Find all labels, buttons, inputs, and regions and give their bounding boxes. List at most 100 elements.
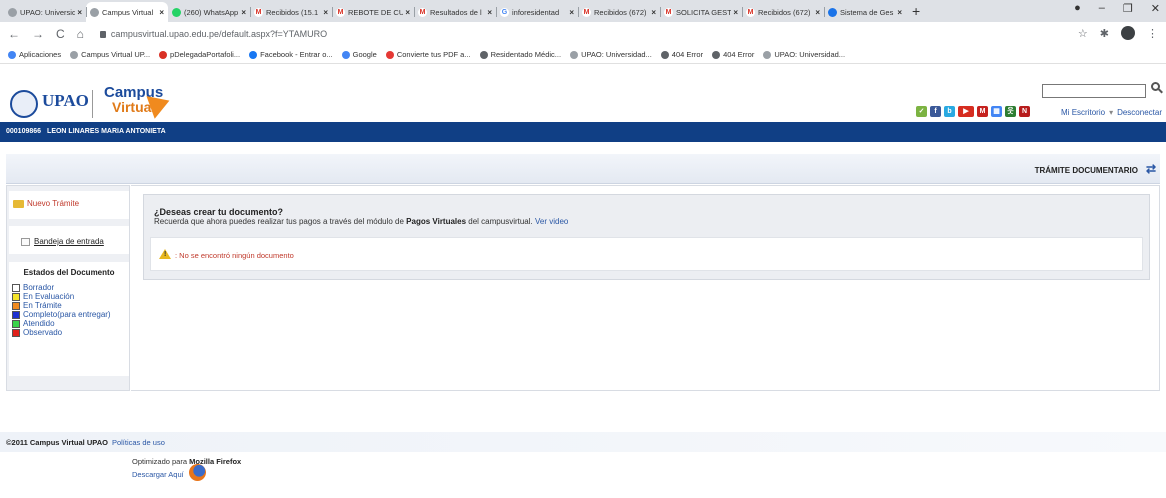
section-header: TRÁMITE DOCUMENTARIO ⇄ bbox=[6, 154, 1160, 184]
bookmark-item[interactable]: pDelegadaPortafoli... bbox=[159, 50, 240, 59]
state-label: Completo(para entregar) bbox=[23, 310, 111, 319]
footer: ©2011 Campus Virtual UPAO Políticas de us… bbox=[0, 432, 1166, 452]
window-controls: ● – ❐ ✕ bbox=[1074, 2, 1160, 15]
tab-close-icon[interactable]: × bbox=[323, 8, 328, 17]
home-button[interactable]: ⌂ bbox=[77, 27, 84, 41]
bookmark-item[interactable]: Facebook - Entrar o... bbox=[249, 50, 333, 59]
bookmark-icon bbox=[763, 50, 772, 59]
browser-tab[interactable]: M SOLICITA GESTI × bbox=[660, 2, 742, 22]
browser-tab[interactable]: M Recibidos (672) × bbox=[578, 2, 660, 22]
bookmark-label: Convierte tus PDF a... bbox=[396, 50, 471, 59]
browser-tab[interactable]: M REBOTE DE CUE × bbox=[332, 2, 414, 22]
extensions-icon[interactable]: ✱ bbox=[1100, 27, 1109, 40]
blog-icon[interactable]: b bbox=[944, 106, 955, 117]
tab-favicon-icon bbox=[828, 7, 837, 17]
search-icon[interactable] bbox=[1151, 82, 1160, 91]
browser-tab[interactable]: M Resultados de l × bbox=[414, 2, 496, 22]
maximize-button[interactable]: ❐ bbox=[1123, 2, 1133, 15]
download-link[interactable]: Descargar Aquí bbox=[132, 470, 184, 479]
share-icon[interactable]: ✓ bbox=[916, 106, 927, 117]
facebook-icon[interactable]: f bbox=[930, 106, 941, 117]
gmail-icon[interactable]: M bbox=[977, 106, 988, 117]
bookmark-item[interactable]: Convierte tus PDF a... bbox=[385, 50, 471, 59]
state-label: Borrador bbox=[23, 283, 55, 292]
inbox-icon bbox=[21, 237, 30, 246]
tab-close-icon[interactable]: × bbox=[487, 8, 492, 17]
state-color-swatch bbox=[12, 319, 20, 328]
state-legend-item: Observado bbox=[9, 328, 129, 337]
calendar-icon[interactable]: ▦ bbox=[991, 106, 1002, 117]
site-search-input[interactable] bbox=[1042, 84, 1146, 98]
tab-favicon-icon: M bbox=[418, 7, 427, 17]
tab-favicon-icon: G bbox=[500, 7, 509, 17]
inbox-link[interactable]: Bandeja de entrada bbox=[21, 237, 117, 246]
firefox-icon[interactable] bbox=[189, 464, 206, 481]
copyright-text: ©2011 Campus Virtual UPAO Políticas de us… bbox=[6, 438, 165, 447]
browser-tab[interactable]: Campus Virtual × bbox=[86, 2, 168, 22]
bookmark-item[interactable]: Campus Virtual UP... bbox=[70, 50, 150, 59]
inbox-label: Bandeja de entrada bbox=[34, 237, 104, 246]
bookmark-item[interactable]: Aplicaciones bbox=[8, 50, 61, 59]
minimize-button[interactable]: – bbox=[1099, 2, 1105, 15]
bookmark-item[interactable]: UPAO: Universidad... bbox=[763, 50, 845, 59]
close-window-button[interactable]: ✕ bbox=[1151, 2, 1160, 15]
logo-upao[interactable]: UPAO bbox=[42, 91, 89, 111]
browser-tab[interactable]: (260) WhatsApp × bbox=[168, 2, 250, 22]
browser-tab[interactable]: Sistema de Ges × bbox=[824, 2, 906, 22]
reload-button[interactable]: C bbox=[56, 27, 65, 41]
bookmark-item[interactable]: 404 Error bbox=[712, 50, 754, 59]
bookmark-icon bbox=[159, 50, 168, 59]
browser-tab[interactable]: Ginforesidentad × bbox=[496, 2, 578, 22]
tab-favicon-icon: M bbox=[336, 7, 345, 17]
tab-close-icon[interactable]: × bbox=[733, 8, 738, 17]
tab-close-icon[interactable]: × bbox=[897, 8, 902, 17]
user-bar: 000109866 LEON LINARES MARIA ANTONIETA bbox=[0, 122, 1166, 142]
youtube-icon[interactable]: ▶ bbox=[958, 106, 974, 117]
tab-close-icon[interactable]: × bbox=[815, 8, 820, 17]
tab-close-icon[interactable]: × bbox=[405, 8, 410, 17]
state-label: Atendido bbox=[23, 319, 55, 328]
news-icon[interactable]: N bbox=[1019, 106, 1030, 117]
record-icon[interactable]: ● bbox=[1074, 2, 1081, 15]
watch-video-link[interactable]: Ver video bbox=[535, 217, 568, 226]
state-label: En Trámite bbox=[23, 301, 62, 310]
tab-title: UPAO: Universid bbox=[20, 7, 76, 17]
tab-close-icon[interactable]: × bbox=[159, 8, 164, 17]
browser-tab[interactable]: M Recibidos (15.1 × bbox=[250, 2, 332, 22]
policies-link[interactable]: Políticas de uso bbox=[112, 438, 165, 447]
bookmark-item[interactable]: Google bbox=[341, 50, 377, 59]
transfer-icon[interactable]: ⇄ bbox=[1146, 162, 1156, 176]
new-procedure-link[interactable]: Nuevo Trámite bbox=[13, 199, 125, 208]
url-text: campusvirtual.upao.edu.pe/default.aspx?f… bbox=[110, 29, 328, 39]
bookmark-label: 404 Error bbox=[671, 50, 704, 59]
tab-close-icon[interactable]: × bbox=[569, 8, 574, 17]
browser-tab[interactable]: UPAO: Universid × bbox=[4, 2, 86, 22]
bookmark-label: Campus Virtual UP... bbox=[81, 50, 151, 59]
folder-icon bbox=[13, 199, 24, 208]
forward-button[interactable]: → bbox=[32, 27, 44, 41]
bookmark-item[interactable]: 404 Error bbox=[660, 50, 704, 59]
browser-tab[interactable]: M Recibidos (672) × bbox=[742, 2, 824, 22]
states-legend: Borrador En Evaluación En Trámite Completo(… bbox=[9, 283, 129, 337]
logout-link[interactable]: Desconectar bbox=[1117, 108, 1162, 117]
bookmark-item[interactable]: Residentado Médic... bbox=[479, 50, 561, 59]
profile-avatar[interactable] bbox=[1121, 26, 1135, 40]
tab-title: REBOTE DE CUE bbox=[348, 7, 404, 17]
tab-title: Recibidos (672) bbox=[594, 7, 647, 17]
bookmark-label: pDelegadaPortafoli... bbox=[170, 50, 241, 59]
person-icon[interactable]: 웃 bbox=[1005, 106, 1016, 117]
state-color-swatch bbox=[12, 292, 20, 301]
new-tab-button[interactable]: + bbox=[912, 3, 920, 19]
states-box: Estados del Documento Borrador En Evaluac… bbox=[9, 262, 129, 376]
tab-close-icon[interactable]: × bbox=[241, 8, 246, 17]
bookmark-item[interactable]: UPAO: Universidad... bbox=[570, 50, 652, 59]
tab-close-icon[interactable]: × bbox=[651, 8, 656, 17]
back-button[interactable]: ← bbox=[8, 27, 20, 41]
menu-icon[interactable]: ⋮ bbox=[1147, 27, 1158, 40]
url-field[interactable]: campusvirtual.upao.edu.pe/default.aspx?f… bbox=[99, 29, 328, 39]
my-desk-link[interactable]: Mi Escritorio bbox=[1061, 108, 1105, 117]
tab-close-icon[interactable]: × bbox=[77, 8, 82, 17]
star-icon[interactable]: ☆ bbox=[1078, 27, 1088, 40]
state-color-swatch bbox=[12, 310, 20, 319]
state-label: En Evaluación bbox=[23, 292, 75, 301]
